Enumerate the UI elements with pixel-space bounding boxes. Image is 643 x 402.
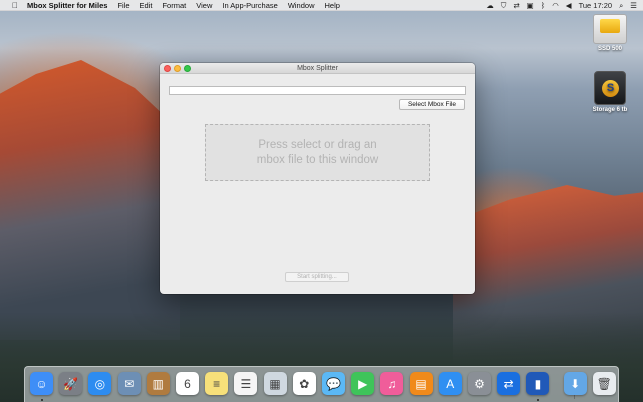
disk-label: SSD 500 [597,46,622,52]
box-status-icon[interactable]: ▣ [527,0,534,11]
wallpaper-mountain-left [0,60,180,340]
spotlight-icon[interactable]: ⌕ [619,0,623,11]
clock[interactable]: Tue 17:20 [579,0,613,11]
dock: ☺ 🚀 ◎ ✉ ▥ 6 ≡ ☰ ▦ ✿ 💬 ▶ ♫ ▤ A ⚙ ⇄ ▮ ⬇ 🗑 [24,366,619,402]
menu-view[interactable]: View [196,1,212,10]
itunes-icon[interactable]: ♫ [380,372,404,395]
start-splitting-button[interactable]: Start splitting... [285,272,349,282]
downloads-folder-icon[interactable]: ⬇ [563,372,587,395]
launchpad-icon[interactable]: 🚀 [59,372,83,395]
calendar-icon[interactable]: 6 [176,372,199,395]
teamviewer-status-icon[interactable]: ⇄ [513,0,519,11]
drop-zone[interactable]: Press select or drag an mbox file to thi… [205,124,430,181]
menu-window[interactable]: Window [288,1,315,10]
creative-cloud-icon[interactable]: ☁ [486,0,494,11]
menu-file[interactable]: File [117,1,129,10]
photos-icon[interactable]: ✿ [292,372,316,395]
bluetooth-icon[interactable]: ᛒ [541,0,546,11]
menu-in-app-purchase[interactable]: In App-Purchase [222,1,277,10]
external-drive-icon [594,71,626,105]
drop-zone-hint-line1: Press select or drag an [258,138,377,151]
desktop-disk-storage[interactable]: Storage 6 tb [588,71,632,113]
status-area: ☁ ⛉ ⇄ ▣ ᛒ ◠ ◀ Tue 17:20 ⌕ ☰ [486,0,637,11]
wifi-icon[interactable]: ◠ [552,0,559,11]
safari-icon[interactable]: ◎ [88,372,112,395]
contacts-icon[interactable]: ▥ [146,372,170,395]
facetime-icon[interactable]: ▶ [351,372,375,395]
menu-bar:  Mbox Splitter for Miles File Edit Form… [0,0,643,11]
running-indicator [536,399,539,401]
drop-zone-hint-line2: mbox file to this window [256,153,379,166]
minimize-icon[interactable] [174,65,181,72]
menu-help[interactable]: Help [325,1,340,10]
volume-icon[interactable]: ◀ [566,0,572,11]
mbox-splitter-window: Mbox Splitter Select Mbox File Press sel… [160,63,475,294]
window-titlebar[interactable]: Mbox Splitter [160,63,475,74]
apple-menu-icon[interactable]:  [8,1,22,10]
mbox-splitter-icon[interactable]: ▮ [526,372,550,395]
messages-icon[interactable]: 💬 [322,372,345,395]
select-mbox-file-button[interactable]: Select Mbox File [399,99,465,110]
trash-icon[interactable]: 🗑 [592,372,616,395]
shield-icon[interactable]: ⛉ [501,0,507,11]
app-store-icon[interactable]: A [438,372,462,395]
zoom-icon[interactable] [184,65,191,72]
reminders-icon[interactable]: ☰ [234,372,258,395]
mail-stamp-icon[interactable]: ✉ [117,372,141,395]
close-icon[interactable] [164,65,171,72]
menu-format[interactable]: Format [162,1,186,10]
notes-icon[interactable]: ≡ [205,372,229,395]
app-menu[interactable]: Mbox Splitter for Miles [27,1,107,10]
preview-icon[interactable]: ▦ [263,372,287,395]
mbox-path-field[interactable] [169,86,466,95]
menu-edit[interactable]: Edit [140,1,153,10]
desktop-disk-ssd[interactable]: SSD 500 [590,14,630,52]
finder-icon[interactable]: ☺ [30,372,53,395]
running-indicator [40,399,43,401]
system-preferences-icon[interactable]: ⚙ [468,372,491,395]
hard-drive-icon [593,14,627,44]
notification-center-icon[interactable]: ☰ [630,0,637,11]
ibooks-icon[interactable]: ▤ [409,372,433,395]
teamviewer-icon[interactable]: ⇄ [497,372,521,395]
window-title: Mbox Splitter [297,65,338,72]
disk-label: Storage 6 tb [592,107,628,113]
